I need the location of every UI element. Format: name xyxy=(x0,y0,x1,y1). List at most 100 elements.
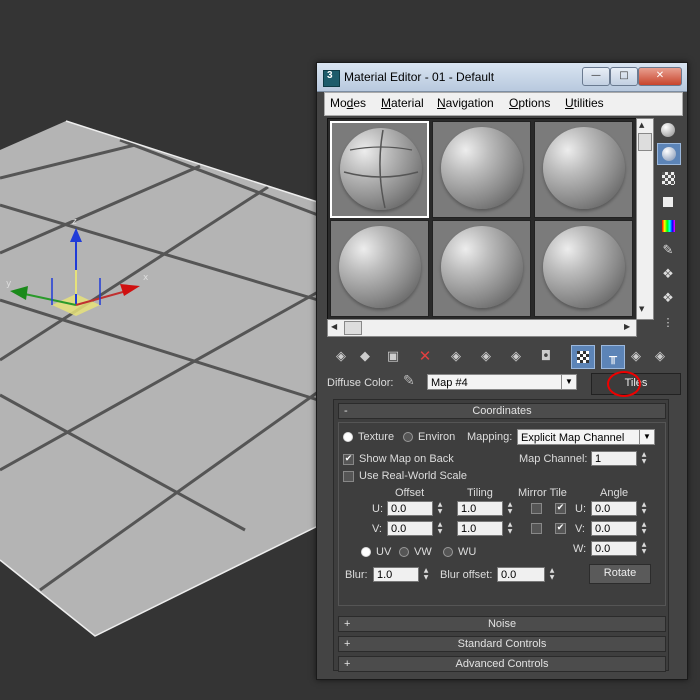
close-button[interactable]: ✕ xyxy=(638,67,682,86)
v-angle-spinner[interactable]: 0.0 xyxy=(591,521,637,536)
material-sphere-preview xyxy=(543,127,625,209)
slots-vertical-scrollbar[interactable]: ▲ ▼ xyxy=(636,118,654,320)
maximize-button[interactable]: □ xyxy=(610,67,638,86)
u-tiling-spinner[interactable]: 1.0 xyxy=(457,501,503,516)
scroll-thumb[interactable] xyxy=(638,133,652,151)
select-by-material-icon[interactable]: ❖ xyxy=(657,288,679,308)
eyedropper-icon[interactable]: ✎ xyxy=(403,373,419,391)
sample-slot-2[interactable] xyxy=(432,121,531,218)
spinner-arrows-icon[interactable]: ▲ ▼ xyxy=(547,567,557,582)
v-angle-label: V: xyxy=(575,523,585,535)
u-offset-spinner[interactable]: 0.0 xyxy=(387,501,433,516)
map-name-field[interactable]: Map #4 ▼ xyxy=(427,374,577,390)
go-to-parent-icon[interactable]: ◈ xyxy=(625,345,647,367)
slots-horizontal-scrollbar[interactable]: ◀ ▶ xyxy=(327,319,637,337)
v-tiling-spinner[interactable]: 1.0 xyxy=(457,521,503,536)
diffuse-color-label: Diffuse Color: xyxy=(327,377,394,389)
sample-slot-6[interactable] xyxy=(534,220,633,317)
menu-material[interactable]: Material xyxy=(381,96,424,110)
noise-rollout-header[interactable]: + Noise xyxy=(338,616,666,632)
blur-offset-spinner[interactable]: 0.0 xyxy=(497,567,545,582)
spinner-arrows-icon[interactable]: ▲ ▼ xyxy=(435,521,445,536)
3ds-max-logo-icon: 3 xyxy=(323,70,340,87)
sample-slots xyxy=(327,118,637,320)
blur-spinner[interactable]: 1.0 xyxy=(373,567,419,582)
v-offset-spinner[interactable]: 0.0 xyxy=(387,521,433,536)
mapping-dropdown[interactable]: Explicit Map Channel ▼ xyxy=(517,429,655,445)
v-tile-checkbox[interactable]: ✔ xyxy=(555,523,566,534)
u-angle-label: U: xyxy=(575,503,586,515)
material-options-icon[interactable]: ❖ xyxy=(657,264,679,284)
minimize-button[interactable]: — xyxy=(582,67,610,86)
v-mirror-checkbox[interactable] xyxy=(531,523,542,534)
go-forward-to-sibling-icon[interactable]: ◈ xyxy=(649,345,671,367)
spinner-arrows-icon[interactable]: ▲ ▼ xyxy=(505,501,515,516)
spinner-arrows-icon[interactable]: ▲ ▼ xyxy=(505,521,515,536)
expand-sign: + xyxy=(344,618,351,630)
spinner-arrows-icon[interactable]: ▲ ▼ xyxy=(639,541,649,556)
scroll-down-icon[interactable]: ▼ xyxy=(639,305,644,313)
menu-options[interactable]: Options xyxy=(509,96,550,110)
backlight-icon[interactable] xyxy=(657,143,681,165)
parameters-panel: - Coordinates Texture Environ Mapping: E… xyxy=(333,399,669,672)
spinner-arrows-icon[interactable]: ▲ ▼ xyxy=(639,501,649,516)
coordinates-rollout-header[interactable]: - Coordinates xyxy=(338,403,666,419)
scroll-left-icon[interactable]: ◀ xyxy=(331,322,337,331)
u-tile-checkbox[interactable]: ✔ xyxy=(555,503,566,514)
video-color-check-icon[interactable] xyxy=(657,216,679,236)
rotate-button[interactable]: Rotate xyxy=(589,564,651,584)
u-angle-spinner[interactable]: 0.0 xyxy=(591,501,637,516)
scroll-thumb[interactable] xyxy=(344,321,362,335)
put-to-library-icon[interactable]: ◈ xyxy=(505,345,527,367)
spinner-arrows-icon[interactable]: ▲ ▼ xyxy=(421,567,431,582)
texture-radio[interactable] xyxy=(343,432,353,442)
advanced-controls-rollout-header[interactable]: + Advanced Controls xyxy=(338,656,666,672)
spinner-arrows-icon[interactable]: ▲ ▼ xyxy=(435,501,445,516)
wu-radio[interactable] xyxy=(443,547,453,557)
sample-slot-5[interactable] xyxy=(432,220,531,317)
texture-label: Texture xyxy=(358,431,395,443)
vw-radio[interactable] xyxy=(399,547,409,557)
assign-material-to-selection-icon[interactable]: ▣ xyxy=(382,345,404,367)
spinner-arrows-icon[interactable]: ▲ ▼ xyxy=(639,521,649,536)
scroll-right-icon[interactable]: ▶ xyxy=(624,322,630,331)
spinner-arrows-icon[interactable]: ▲ ▼ xyxy=(639,451,649,466)
coordinates-rollout-body: Texture Environ Mapping: Explicit Map Ch… xyxy=(338,422,666,606)
title-bar[interactable]: 3 Material Editor - 01 - Default — □ ✕ xyxy=(317,63,687,92)
reset-map-icon[interactable]: ✕ xyxy=(414,345,436,367)
expand-sign: + xyxy=(344,638,351,650)
make-unique-icon[interactable]: ◈ xyxy=(475,345,497,367)
material-sphere-preview xyxy=(441,127,523,209)
chevron-down-icon[interactable]: ▼ xyxy=(639,430,654,444)
get-material-icon[interactable]: ◈ xyxy=(330,345,352,367)
sample-uv-tiling-icon[interactable] xyxy=(657,192,679,212)
make-material-copy-icon[interactable]: ◈ xyxy=(445,345,467,367)
sample-slot-1[interactable] xyxy=(330,121,429,218)
scroll-up-icon[interactable]: ▲ xyxy=(639,121,644,129)
u-mirror-checkbox[interactable] xyxy=(531,503,542,514)
standard-controls-rollout-header[interactable]: + Standard Controls xyxy=(338,636,666,652)
menu-modes[interactable]: Modes xyxy=(330,96,366,110)
menu-navigation[interactable]: Navigation xyxy=(437,96,494,110)
material-id-channel-icon[interactable]: ◘ xyxy=(535,345,557,367)
sample-type-sphere-icon[interactable] xyxy=(657,120,679,140)
show-map-on-back-checkbox[interactable]: ✔ xyxy=(343,454,354,465)
show-shaded-material-in-viewport-icon[interactable] xyxy=(571,345,595,369)
use-real-world-scale-checkbox[interactable] xyxy=(343,471,354,482)
material-editor-window: 3 Material Editor - 01 - Default — □ ✕ M… xyxy=(316,62,688,680)
w-angle-spinner[interactable]: 0.0 xyxy=(591,541,637,556)
show-end-result-icon[interactable]: ╥ xyxy=(601,345,625,369)
menu-utilities[interactable]: Utilities xyxy=(565,96,604,110)
uv-radio[interactable] xyxy=(361,547,371,557)
make-preview-icon[interactable]: ✎ xyxy=(657,240,679,260)
material-map-navigator-icon[interactable]: ⋮ xyxy=(657,312,679,332)
background-checker-icon[interactable] xyxy=(657,168,679,188)
sample-slot-4[interactable] xyxy=(330,220,429,317)
environ-radio[interactable] xyxy=(403,432,413,442)
chevron-down-icon[interactable]: ▼ xyxy=(561,375,576,389)
map-channel-spinner[interactable]: 1 xyxy=(591,451,637,466)
sample-slot-3[interactable] xyxy=(534,121,633,218)
wu-label: WU xyxy=(458,546,477,558)
angle-column-header: Angle xyxy=(600,487,629,499)
put-material-to-scene-icon[interactable]: ◆ xyxy=(354,345,376,367)
